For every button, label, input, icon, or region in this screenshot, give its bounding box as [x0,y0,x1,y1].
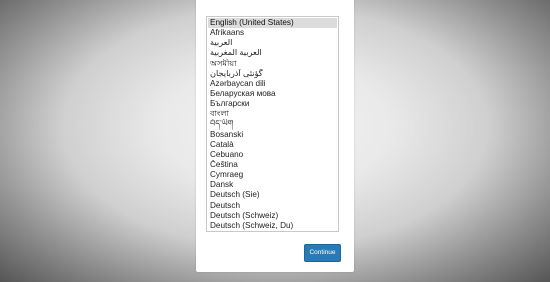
language-option-selected[interactable]: English (United States) [208,18,337,29]
language-option[interactable]: Afrikaans [208,28,337,38]
language-option[interactable]: Azərbaycan dili [208,79,337,89]
language-option[interactable]: گؤنئی آذربایجان [208,69,337,79]
language-listbox[interactable]: English (United States) Afrikaans العربية ا… [206,16,339,232]
continue-button[interactable]: Continue [304,244,341,262]
language-option[interactable]: Cymraeg [208,170,337,180]
language-option[interactable]: བོད་ཡིག [208,119,337,129]
language-option[interactable]: العربية المغربية [208,48,337,58]
language-option[interactable]: বাংলা [208,109,337,119]
language-option[interactable]: العربية [208,38,337,48]
language-option[interactable]: Deutsch (Sie) [208,190,337,200]
language-option[interactable]: Bosanski [208,130,337,140]
language-option[interactable]: Cebuano [208,150,337,160]
language-select-panel: English (United States) Afrikaans العربية ا… [196,0,354,272]
language-option[interactable]: Čeština [208,160,337,170]
language-option[interactable]: ཇོང་ཁ [208,231,337,232]
language-option[interactable]: Deutsch (Schweiz) [208,211,337,221]
language-option[interactable]: Deutsch [208,201,337,211]
language-option[interactable]: Dansk [208,180,337,190]
language-option[interactable]: Беларуская мова [208,89,337,99]
language-option[interactable]: Deutsch (Schweiz, Du) [208,221,337,231]
language-option[interactable]: অসমীয়া [208,59,337,69]
language-option[interactable]: Català [208,140,337,150]
language-option[interactable]: Български [208,99,337,109]
